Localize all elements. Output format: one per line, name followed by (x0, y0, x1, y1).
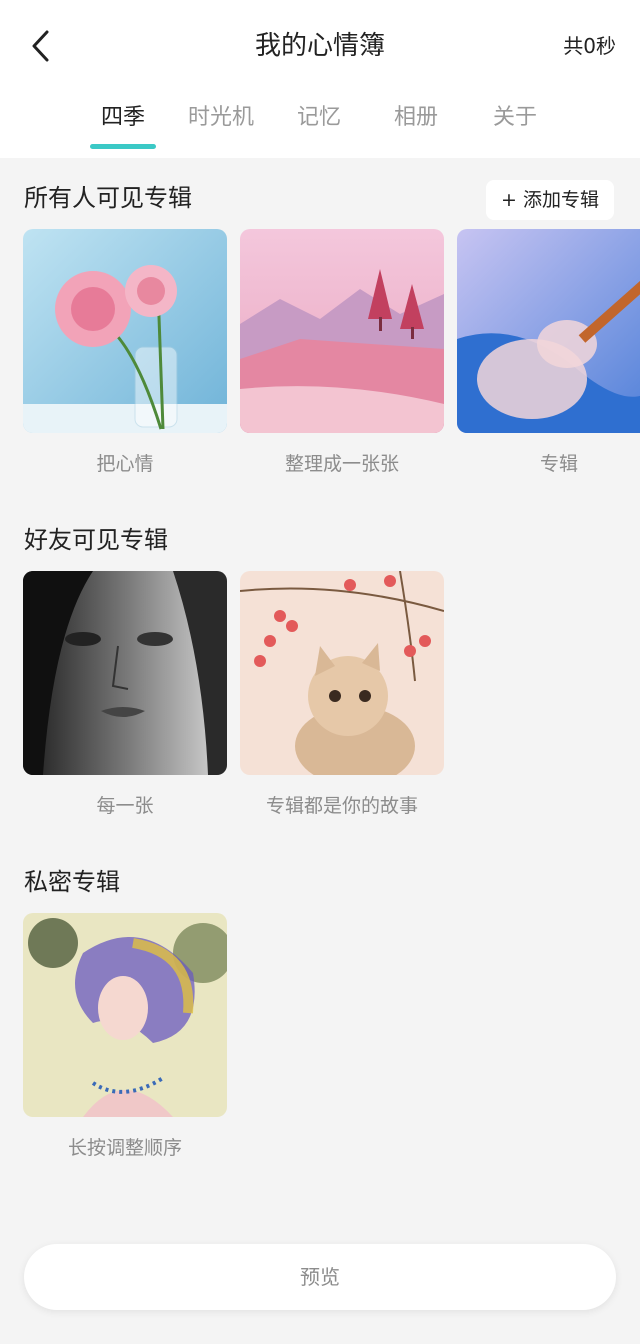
section-title-public: 所有人可见专辑 (24, 184, 192, 212)
tab-memories[interactable]: 记忆 (269, 96, 369, 140)
album-cover-image (23, 571, 227, 775)
top-bar: 我的心情簿 共0秒 四季 时光机 记忆 相册 关于 (0, 0, 640, 158)
tab-albums[interactable]: 相册 (366, 96, 466, 140)
page-title: 我的心情簿 (254, 31, 385, 61)
album-cover-image (23, 229, 227, 433)
tab-about[interactable]: 关于 (465, 96, 565, 140)
album-caption: 每一张 (96, 795, 154, 817)
album-card[interactable]: 长按调整顺序 (23, 913, 227, 1161)
tab-seasons[interactable]: 四季 (73, 96, 173, 140)
album-card[interactable]: 整理成一张张 (240, 229, 444, 477)
album-caption: 长按调整顺序 (67, 1137, 182, 1159)
album-cover-image (23, 913, 227, 1117)
preview-button[interactable]: 预览 (24, 1244, 616, 1310)
album-card[interactable]: 专辑都是你的故事 (240, 571, 444, 819)
album-card[interactable]: 把心情 (23, 229, 227, 477)
album-card[interactable]: 专辑 (457, 229, 640, 477)
album-cover-image (457, 229, 640, 433)
total-duration: 共0秒 (563, 34, 616, 58)
section-title-friends: 好友可见专辑 (24, 526, 168, 554)
album-caption: 整理成一张张 (284, 453, 399, 475)
tab-time-machine[interactable]: 时光机 (171, 96, 271, 140)
album-caption: 专辑都是你的故事 (265, 795, 418, 817)
active-tab-indicator (90, 144, 156, 149)
album-caption: 把心情 (96, 453, 154, 475)
tab-bar: 四季 时光机 记忆 相册 关于 (0, 96, 640, 149)
album-cover-image (240, 229, 444, 433)
section-title-private: 私密专辑 (24, 868, 120, 896)
add-album-button[interactable]: + 添加专辑 (486, 180, 614, 220)
album-card[interactable]: 每一张 (23, 571, 227, 819)
album-cover-image (240, 571, 444, 775)
album-caption: 专辑 (539, 453, 578, 475)
